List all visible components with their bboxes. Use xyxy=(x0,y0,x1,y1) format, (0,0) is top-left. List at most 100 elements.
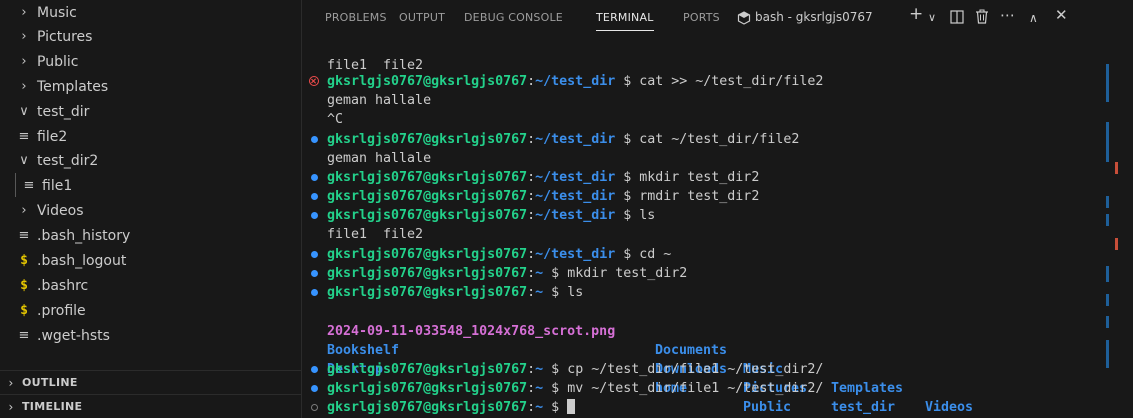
tree-item-label: .bash_history xyxy=(37,227,131,244)
command-success-icon[interactable] xyxy=(311,289,318,296)
text-file-icon: ≡ xyxy=(18,328,30,343)
command-success-icon[interactable] xyxy=(311,212,318,219)
ls-entry: Public xyxy=(743,400,792,415)
terminal-command-line: gksrlgjs0767@gksrlgjs0767:~ $ ls xyxy=(327,285,584,300)
close-panel-icon[interactable]: ✕ xyxy=(1055,6,1068,24)
terminal-cursor xyxy=(567,399,576,414)
tree-item-bash-logout[interactable]: $ .bash_logout xyxy=(0,248,301,273)
panel-tab-bar: PROBLEMS OUTPUT DEBUG CONSOLE TERMINAL P… xyxy=(303,0,1133,36)
new-terminal-plus-icon[interactable]: + xyxy=(909,5,923,23)
terminal-output-line: ^C xyxy=(327,112,344,127)
tree-item-test-dir[interactable]: ∨ test_dir xyxy=(0,99,301,124)
tree-item-label: .profile xyxy=(37,302,86,319)
chevron-right-icon: › xyxy=(21,5,27,20)
tab-ports[interactable]: PORTS xyxy=(683,11,720,24)
maximize-panel-icon[interactable]: ∧ xyxy=(1029,9,1038,27)
shell-file-icon: $ xyxy=(20,303,28,318)
bottom-panel: PROBLEMS OUTPUT DEBUG CONSOLE TERMINAL P… xyxy=(303,0,1133,418)
chevron-right-icon: › xyxy=(8,399,14,414)
tree-item-file1[interactable]: ≡ file1 xyxy=(0,173,301,198)
tree-item-wget-hsts[interactable]: ≡ .wget-hsts xyxy=(0,323,301,348)
command-success-icon[interactable] xyxy=(311,136,318,143)
command-success-icon[interactable] xyxy=(311,366,318,373)
command-success-icon[interactable] xyxy=(311,385,318,392)
terminal-command-line: gksrlgjs0767@gksrlgjs0767:~/test_dir $ c… xyxy=(327,247,672,262)
command-success-icon[interactable] xyxy=(311,251,318,258)
ls-output-row: Bookshelf Downloads Pictures test_dir xyxy=(327,322,1027,415)
terminal-instance-name[interactable]: bash - gksrlgjs0767 xyxy=(755,10,873,24)
tab-debug-console[interactable]: DEBUG CONSOLE xyxy=(464,11,563,24)
command-success-icon[interactable] xyxy=(311,193,318,200)
chevron-right-icon: › xyxy=(21,203,27,218)
ls-entry: test_dir xyxy=(831,400,896,415)
scroll-marker xyxy=(1106,196,1109,208)
tree-item-pictures[interactable]: › Pictures xyxy=(0,24,301,49)
command-success-icon[interactable] xyxy=(311,270,318,277)
scroll-marker xyxy=(1106,122,1109,162)
tree-item-label: Public xyxy=(37,53,79,70)
text-file-icon: ≡ xyxy=(23,178,35,193)
command-error-icon[interactable] xyxy=(309,76,319,86)
chevron-down-icon: ∨ xyxy=(19,104,29,119)
scroll-marker xyxy=(1106,64,1109,102)
scroll-marker-error xyxy=(1115,238,1118,250)
scroll-marker xyxy=(1106,294,1109,306)
tree-item-file2[interactable]: ≡ file2 xyxy=(0,124,301,149)
scroll-marker xyxy=(1106,214,1109,226)
terminal-profile-icon xyxy=(737,11,751,25)
text-file-icon: ≡ xyxy=(18,228,30,243)
outline-label: OUTLINE xyxy=(22,376,78,389)
explorer-sidebar: › Music › Pictures › Public › Templates … xyxy=(0,0,302,418)
terminal-command-line: gksrlgjs0767@gksrlgjs0767:~ $ mv ~/test_… xyxy=(327,381,824,396)
tree-item-label: .bash_logout xyxy=(37,252,127,269)
shell-file-icon: $ xyxy=(20,253,28,268)
terminal-prompt-line[interactable]: gksrlgjs0767@gksrlgjs0767:~ $ xyxy=(327,398,576,417)
ls-entry: Templates xyxy=(831,381,904,396)
timeline-section-header[interactable]: › TIMELINE xyxy=(0,394,301,418)
tree-item-public[interactable]: › Public xyxy=(0,49,301,74)
outline-section-header[interactable]: › OUTLINE xyxy=(0,370,301,394)
tab-output[interactable]: OUTPUT xyxy=(399,11,445,24)
tree-item-label: Templates xyxy=(37,78,109,95)
scroll-marker xyxy=(1106,266,1109,282)
tree-item-label: file1 xyxy=(42,177,73,194)
chevron-down-icon: ∨ xyxy=(19,153,29,168)
tree-item-bash-history[interactable]: ≡ .bash_history xyxy=(0,223,301,248)
shell-file-icon: $ xyxy=(20,278,28,293)
text-file-icon: ≡ xyxy=(18,129,30,144)
tree-item-test-dir2[interactable]: ∨ test_dir2 xyxy=(0,148,301,173)
command-success-icon[interactable] xyxy=(311,174,318,181)
scroll-marker xyxy=(1106,340,1109,368)
tree-item-label: .bashrc xyxy=(37,277,89,294)
split-terminal-icon[interactable] xyxy=(950,10,964,24)
timeline-label: TIMELINE xyxy=(22,400,83,413)
ellipsis-icon[interactable]: ⋯ xyxy=(1000,6,1015,24)
tree-item-music[interactable]: › Music xyxy=(0,0,301,25)
tree-item-videos[interactable]: › Videos xyxy=(0,198,301,223)
tree-item-label: test_dir2 xyxy=(37,152,99,169)
trash-icon[interactable] xyxy=(975,9,989,24)
terminal-output-line: file1 file2 xyxy=(327,227,424,242)
terminal-output-line: geman hallale xyxy=(327,151,432,166)
tree-item-profile[interactable]: $ .profile xyxy=(0,298,301,323)
tree-item-label: Music xyxy=(37,4,77,21)
terminal-command-line: gksrlgjs0767@gksrlgjs0767:~/test_dir $ c… xyxy=(327,74,824,89)
chevron-right-icon: › xyxy=(21,54,27,69)
terminal-command-line: gksrlgjs0767@gksrlgjs0767:~ $ cp ~/test_… xyxy=(327,362,824,377)
tree-item-bashrc[interactable]: $ .bashrc xyxy=(0,273,301,298)
tree-item-label: file2 xyxy=(37,128,68,145)
ls-output-row: Desktop home Public test_dir2 xyxy=(327,341,1027,415)
tree-item-templates[interactable]: › Templates xyxy=(0,74,301,99)
tree-item-label: test_dir xyxy=(37,103,90,120)
terminal-view[interactable]: file1 file2 gksrlgjs0767@gksrlgjs0767:~/… xyxy=(303,36,1133,418)
tree-item-label: Pictures xyxy=(37,28,93,45)
terminal-command-line: gksrlgjs0767@gksrlgjs0767:~ $ mkdir test… xyxy=(327,266,688,281)
chevron-right-icon: › xyxy=(21,29,27,44)
command-pending-icon[interactable] xyxy=(311,404,318,411)
chevron-right-icon: › xyxy=(21,79,27,94)
tab-terminal[interactable]: TERMINAL xyxy=(596,11,654,31)
ls-entry: Videos xyxy=(925,400,974,415)
terminal-output-line: geman hallale xyxy=(327,93,432,108)
chevron-down-icon[interactable]: ∨ xyxy=(928,9,936,27)
tab-problems[interactable]: PROBLEMS xyxy=(325,11,387,24)
